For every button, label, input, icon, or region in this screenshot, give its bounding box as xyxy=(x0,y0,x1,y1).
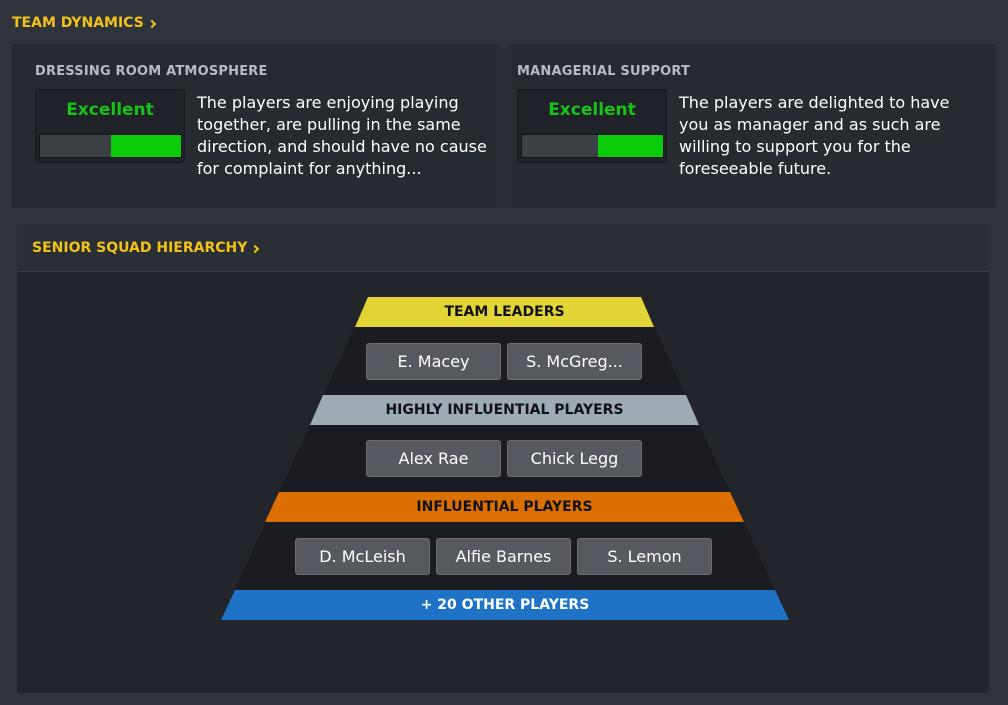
highly-influential-label: HIGHLY INFLUENTIAL PLAYERS xyxy=(385,402,624,418)
player-chip[interactable]: Alex Rae xyxy=(366,440,501,477)
player-chip[interactable]: E. Macey xyxy=(366,343,501,380)
influential-label: INFLUENTIAL PLAYERS xyxy=(416,499,593,515)
player-chip[interactable]: D. McLeish xyxy=(295,538,430,575)
player-chip[interactable]: S. McGreg... xyxy=(507,343,642,380)
pyramid-body xyxy=(221,326,789,620)
player-chip[interactable]: Chick Legg xyxy=(507,440,642,477)
player-chip[interactable]: S. Lemon xyxy=(577,538,712,575)
other-players-label[interactable]: + 20 OTHER PLAYERS xyxy=(221,590,789,620)
team-leaders-label: TEAM LEADERS xyxy=(444,304,565,320)
player-chip[interactable]: Alfie Barnes xyxy=(436,538,571,575)
